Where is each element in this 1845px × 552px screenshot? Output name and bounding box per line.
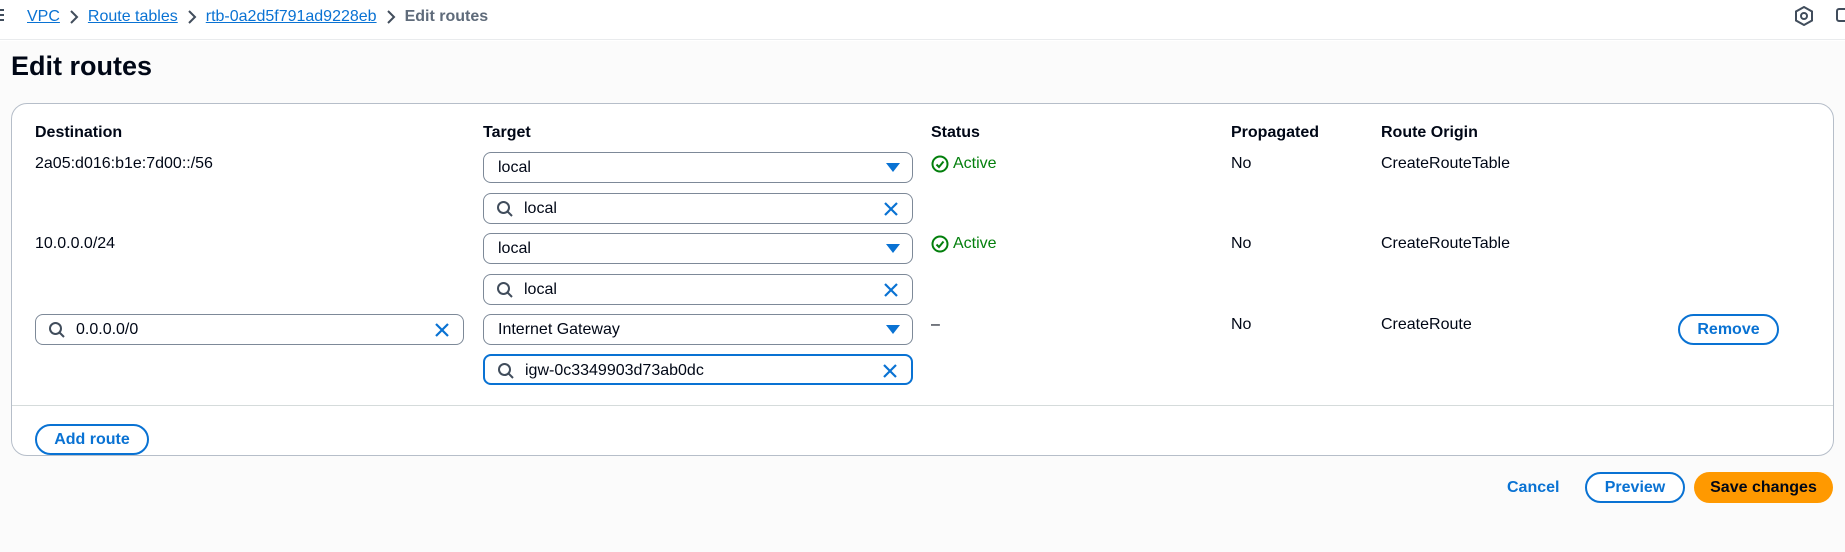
target-type-select[interactable]: local xyxy=(483,152,913,183)
column-header-destination: Destination xyxy=(35,124,123,141)
clear-icon[interactable] xyxy=(881,362,899,380)
search-icon xyxy=(498,363,514,379)
page-title: Edit routes xyxy=(11,51,153,81)
panel-icon[interactable] xyxy=(1836,6,1845,26)
destination-input[interactable]: 0.0.0.0/0 xyxy=(35,314,464,345)
status-text: – xyxy=(931,316,940,333)
target-search-input[interactable]: local xyxy=(483,274,913,305)
column-header-propagated: Propagated xyxy=(1231,124,1320,141)
check-circle-icon xyxy=(931,155,949,173)
chevron-right-icon xyxy=(377,10,405,24)
preview-button[interactable]: Preview xyxy=(1585,472,1685,503)
main-content: Edit routes Destination Target Status Pr… xyxy=(0,41,1845,552)
chevron-right-icon xyxy=(60,10,88,24)
check-circle-icon xyxy=(931,235,949,253)
column-header-status: Status xyxy=(931,124,980,141)
breadcrumb-current: Edit routes xyxy=(404,8,489,25)
destination-value: 0.0.0.0/0 xyxy=(76,321,139,338)
caret-down-icon xyxy=(886,163,900,172)
target-type-value: local xyxy=(498,158,531,176)
caret-down-icon xyxy=(886,244,900,253)
divider xyxy=(12,405,1833,406)
target-search-value: igw-0c3349903d73ab0dc xyxy=(525,362,704,379)
status-badge: Active xyxy=(931,155,997,173)
target-search-input[interactable]: igw-0c3349903d73ab0dc xyxy=(483,354,913,385)
destination-cell: 10.0.0.0/24 xyxy=(35,235,116,252)
target-type-value: local xyxy=(498,239,531,257)
remove-route-button[interactable]: Remove xyxy=(1678,314,1779,345)
breadcrumb-route-table-id[interactable]: rtb-0a2d5f791ad9228eb xyxy=(206,8,377,26)
status-text: Active xyxy=(953,235,997,252)
clear-icon[interactable] xyxy=(882,200,900,218)
destination-cell: 2a05:d016:b1e:7d00::/56 xyxy=(35,155,213,172)
target-search-value: local xyxy=(524,200,557,217)
breadcrumb: VPC Route tables rtb-0a2d5f791ad9228eb E… xyxy=(27,6,488,28)
search-icon xyxy=(49,322,65,338)
column-header-route-origin: Route Origin xyxy=(1381,124,1478,141)
routes-table-container: Destination Target Status Propagated Rou… xyxy=(11,103,1834,456)
add-route-button[interactable]: Add route xyxy=(35,424,149,455)
target-search-input[interactable]: local xyxy=(483,193,913,224)
breadcrumb-vpc[interactable]: VPC xyxy=(27,8,60,26)
save-changes-button[interactable]: Save changes xyxy=(1694,472,1833,503)
target-type-select[interactable]: local xyxy=(483,233,913,264)
status-badge: Active xyxy=(931,235,997,253)
breadcrumb-route-tables[interactable]: Route tables xyxy=(88,8,178,26)
propagated-cell: No xyxy=(1231,316,1252,333)
clear-icon[interactable] xyxy=(433,321,451,339)
search-icon xyxy=(497,282,513,298)
status-text: Active xyxy=(953,155,997,172)
target-type-select[interactable]: Internet Gateway xyxy=(483,314,913,345)
settings-hexagon-icon[interactable] xyxy=(1795,5,1813,27)
cancel-button[interactable]: Cancel xyxy=(1507,479,1559,497)
route-origin-cell: CreateRouteTable xyxy=(1381,235,1510,252)
clear-icon[interactable] xyxy=(882,281,900,299)
menu-icon[interactable] xyxy=(0,9,6,23)
chevron-right-icon xyxy=(178,10,206,24)
target-type-value: Internet Gateway xyxy=(498,320,620,338)
search-icon xyxy=(497,201,513,217)
propagated-cell: No xyxy=(1231,235,1252,252)
route-origin-cell: CreateRoute xyxy=(1381,316,1472,333)
target-search-value: local xyxy=(524,281,557,298)
column-header-target: Target xyxy=(483,124,531,141)
route-origin-cell: CreateRouteTable xyxy=(1381,155,1510,172)
top-navigation-bar: VPC Route tables rtb-0a2d5f791ad9228eb E… xyxy=(0,0,1845,40)
caret-down-icon xyxy=(886,325,900,334)
propagated-cell: No xyxy=(1231,155,1252,172)
